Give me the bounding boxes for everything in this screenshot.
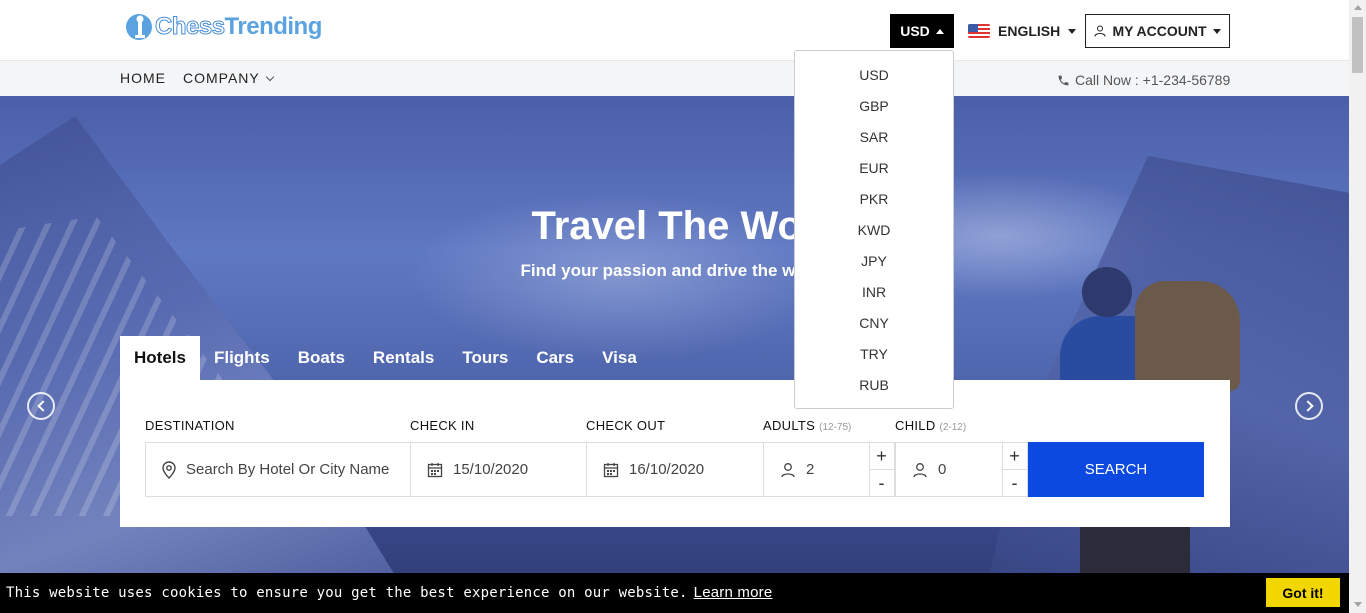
- hero-section: Travel The Wor Find your passion and dri…: [0, 96, 1349, 613]
- destination-label: DESTINATION: [145, 418, 235, 433]
- calendar-icon: [603, 462, 619, 478]
- currency-option-try[interactable]: TRY: [795, 338, 953, 369]
- currency-selector[interactable]: USD: [890, 14, 954, 48]
- cookie-accept-button[interactable]: Got it!: [1266, 578, 1340, 607]
- adults-label: ADULTS (12-75): [763, 418, 852, 433]
- currency-option-sar[interactable]: SAR: [795, 121, 953, 152]
- nav-company-label: COMPANY: [183, 70, 260, 86]
- destination-placeholder: Search By Hotel Or City Name: [186, 461, 390, 478]
- brand-name: ChessTrending: [155, 13, 323, 41]
- hero-subtitle: Find your passion and drive the way y: [520, 261, 829, 280]
- adults-increment-button[interactable]: +: [869, 443, 894, 470]
- nav-home[interactable]: HOME: [120, 70, 166, 86]
- language-label: ENGLISH: [998, 23, 1061, 39]
- carousel-prev-button[interactable]: [27, 392, 55, 420]
- currency-option-eur[interactable]: EUR: [795, 152, 953, 183]
- top-header: ChessTrending USD ENGLISH MY ACCOUNT: [0, 0, 1349, 60]
- scroll-down-arrow-icon[interactable]: [1354, 602, 1362, 607]
- chess-pawn-icon: [126, 14, 152, 40]
- child-input[interactable]: 0: [895, 442, 1003, 497]
- currency-option-gbp[interactable]: GBP: [795, 90, 953, 121]
- chevron-down-icon: [265, 72, 274, 81]
- adults-stepper: + -: [869, 442, 895, 497]
- calendar-icon: [427, 462, 443, 478]
- call-now-text: Call Now : +1-234-56789: [1075, 72, 1231, 88]
- call-now[interactable]: Call Now : +1-234-56789: [1057, 72, 1230, 88]
- caret-down-icon: [1212, 28, 1221, 34]
- scroll-up-arrow-icon[interactable]: [1354, 5, 1362, 10]
- learn-more-link[interactable]: Learn more: [694, 584, 773, 601]
- child-increment-button[interactable]: +: [1002, 443, 1027, 470]
- tab-hotels[interactable]: Hotels: [120, 336, 200, 380]
- currency-option-usd[interactable]: USD: [795, 59, 953, 90]
- hero-title: Travel The Wor: [531, 204, 818, 248]
- checkout-label: CHECK OUT: [586, 418, 666, 433]
- currency-option-inr[interactable]: INR: [795, 276, 953, 307]
- brand-logo[interactable]: ChessTrending: [125, 10, 322, 44]
- child-range: (2-12): [939, 422, 967, 433]
- child-decrement-button[interactable]: -: [1002, 470, 1027, 496]
- currency-option-kwd[interactable]: KWD: [795, 214, 953, 245]
- account-label: MY ACCOUNT: [1112, 23, 1207, 39]
- cookie-text: This website uses cookies to ensure you …: [6, 585, 688, 601]
- checkin-value: 15/10/2020: [453, 461, 529, 478]
- chevron-left-icon: [37, 400, 49, 412]
- user-icon: [1094, 25, 1106, 37]
- tab-cars[interactable]: Cars: [522, 336, 588, 380]
- child-value: 0: [938, 461, 947, 478]
- caret-up-icon: [935, 28, 944, 34]
- checkin-label: CHECK IN: [410, 418, 475, 433]
- phone-icon: [1058, 75, 1069, 85]
- tab-flights[interactable]: Flights: [200, 336, 284, 380]
- adults-input[interactable]: 2: [763, 442, 870, 497]
- user-icon: [780, 462, 796, 478]
- checkin-input[interactable]: 15/10/2020: [410, 442, 587, 497]
- currency-option-pkr[interactable]: PKR: [795, 183, 953, 214]
- carousel-next-button[interactable]: [1295, 392, 1323, 420]
- search-tabs: Hotels Flights Boats Rentals Tours Cars …: [120, 336, 651, 380]
- cookie-banner: This website uses cookies to ensure you …: [0, 573, 1349, 613]
- tab-boats[interactable]: Boats: [284, 336, 359, 380]
- hotel-search-panel: DESTINATION Search By Hotel Or City Name…: [120, 380, 1230, 527]
- user-icon: [912, 462, 928, 478]
- tab-rentals[interactable]: Rentals: [359, 336, 448, 380]
- my-account-button[interactable]: MY ACCOUNT: [1085, 14, 1230, 48]
- language-selector[interactable]: ENGLISH: [968, 14, 1077, 48]
- currency-label: USD: [900, 23, 930, 39]
- checkout-input[interactable]: 16/10/2020: [586, 442, 764, 497]
- scroll-thumb[interactable]: [1352, 17, 1363, 73]
- nav-home-label: HOME: [120, 70, 166, 86]
- child-stepper: + -: [1002, 442, 1028, 497]
- location-pin-icon: [162, 460, 176, 479]
- chevron-right-icon: [1302, 400, 1314, 412]
- currency-dropdown-menu: USD GBP SAR EUR PKR KWD JPY INR CNY TRY …: [794, 50, 954, 409]
- checkout-value: 16/10/2020: [629, 461, 705, 478]
- currency-option-jpy[interactable]: JPY: [795, 245, 953, 276]
- page-scrollbar[interactable]: [1349, 0, 1366, 613]
- tab-visa[interactable]: Visa: [588, 336, 651, 380]
- adults-value: 2: [806, 461, 815, 478]
- nav-company[interactable]: COMPANY: [183, 70, 274, 86]
- cookie-message: This website uses cookies to ensure you …: [6, 584, 772, 601]
- destination-input[interactable]: Search By Hotel Or City Name: [145, 442, 411, 497]
- us-flag-icon: [968, 24, 990, 38]
- child-label: CHILD (2-12): [895, 418, 967, 433]
- tab-tours[interactable]: Tours: [448, 336, 522, 380]
- adults-decrement-button[interactable]: -: [869, 470, 894, 496]
- currency-option-rub[interactable]: RUB: [795, 369, 953, 400]
- currency-option-cny[interactable]: CNY: [795, 307, 953, 338]
- caret-down-icon: [1068, 28, 1077, 34]
- main-nav: HOME COMPANY Call Now : +1-234-56789: [0, 60, 1349, 96]
- adults-range: (12-75): [819, 422, 852, 433]
- search-button[interactable]: SEARCH: [1028, 442, 1204, 497]
